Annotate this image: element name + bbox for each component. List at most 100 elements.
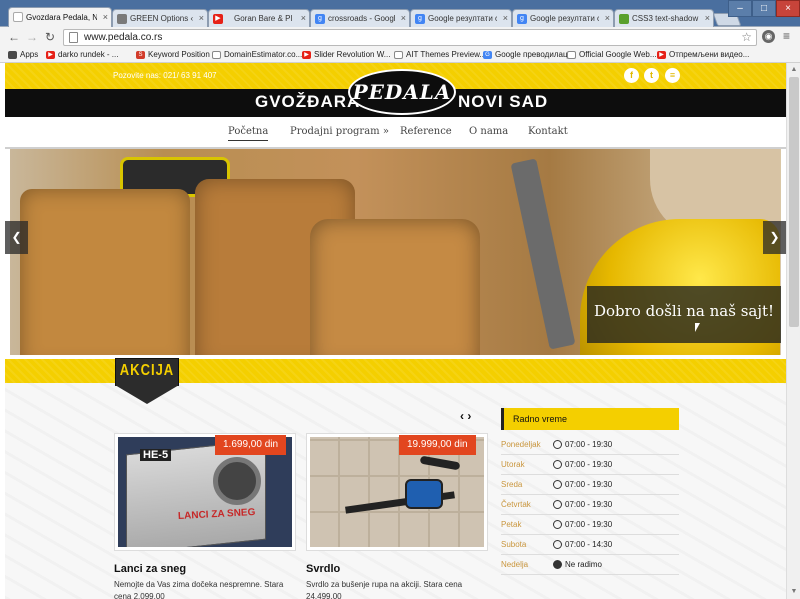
slider-next-button[interactable]: ❯ — [763, 221, 786, 254]
tab-label: Google резултати ст — [530, 14, 599, 23]
nav-products[interactable]: Prodajni program » — [290, 126, 389, 137]
page-icon — [13, 12, 23, 22]
hours-row: Subota 07:00 - 14:30 — [501, 535, 679, 555]
page-scrollbar[interactable]: ▲ ▼ — [786, 63, 800, 599]
s-icon: S — [136, 51, 145, 59]
url-input[interactable] — [84, 30, 724, 45]
bookmark-darko-rundek[interactable]: ▶ darko rundek - ... — [46, 49, 118, 61]
menu-icon[interactable]: ≡ — [780, 30, 793, 43]
tab-label: Goran Bare & Pl — [234, 14, 293, 23]
product-description: Nemojte da Vas zima dočeka nespremne. St… — [114, 580, 284, 599]
close-icon[interactable]: × — [605, 10, 610, 27]
bookmark-label: Official Google Web... — [579, 50, 657, 59]
main-nav: Početna Prodajni program » Reference O n… — [5, 117, 786, 147]
bookmark-label: Slider Revolution W... — [314, 50, 391, 59]
close-icon[interactable]: × — [301, 10, 306, 27]
tab-green-options[interactable]: GREEN Options ‹ Gri × — [112, 9, 208, 28]
hours-row: Sreda 07:00 - 19:30 — [501, 475, 679, 495]
bookmark-google-translate[interactable]: G Google преводилац — [483, 49, 568, 61]
scroll-up-icon[interactable]: ▲ — [789, 65, 799, 75]
clock-icon — [553, 540, 562, 549]
tab-label: CSS3 text-shadow pr — [632, 14, 699, 23]
google-icon: g — [315, 14, 325, 24]
rss-icon[interactable]: ≡ — [665, 68, 680, 83]
extension-icon[interactable]: ◉ — [762, 30, 775, 43]
bookmark-official-google[interactable]: Official Google Web... — [567, 49, 657, 61]
maximize-icon[interactable]: □ — [752, 0, 776, 17]
tab-google-results-1[interactable]: g Google резултати ст × — [410, 9, 512, 28]
bookmark-uploaded-videos[interactable]: ▶ Отпремљени видео... — [657, 49, 749, 61]
back-icon[interactable]: ← — [6, 29, 22, 45]
bookmark-label: Keyword Position — [148, 50, 210, 59]
hours-row: Nedelja Ne radimo — [501, 555, 679, 575]
product-title[interactable]: Svrdlo — [306, 563, 340, 575]
tab-crossroads[interactable]: g crossroads - Google × — [310, 9, 410, 28]
carousel-arrows[interactable]: ‹ › — [460, 409, 471, 423]
tab-css3-text-shadow[interactable]: CSS3 text-shadow pr × — [614, 9, 714, 28]
page-icon — [69, 32, 78, 43]
bookmark-domain-estimator[interactable]: DomainEstimator.co... — [212, 49, 302, 61]
brand-right-text: NOVI SAD — [458, 92, 549, 111]
page-icon — [117, 14, 127, 24]
auger-motor — [405, 479, 443, 509]
scroll-thumb[interactable] — [789, 77, 799, 327]
facebook-icon[interactable]: f — [624, 68, 639, 83]
bookmark-label: DomainEstimator.co... — [224, 50, 303, 59]
bookmark-label: darko rundek - ... — [58, 50, 119, 59]
tab-goran-bare[interactable]: ▶ Goran Bare & Pl × — [208, 9, 310, 28]
brand-left-text: GVOŽĐARA — [255, 92, 361, 111]
page-icon — [212, 51, 221, 59]
price-badge: 1.699,00 din — [215, 435, 287, 455]
hours-row: Četvrtak 07:00 - 19:30 — [501, 495, 679, 515]
reload-icon[interactable]: ↻ — [42, 29, 58, 45]
clock-icon — [553, 520, 562, 529]
apps-icon — [8, 51, 17, 59]
bookmark-ait-themes[interactable]: AIT Themes Preview... — [394, 49, 486, 61]
tool-pouch — [310, 219, 480, 355]
akcija-label: AKCIJA — [119, 360, 175, 379]
close-icon[interactable]: × — [401, 10, 406, 27]
tab-google-results-2[interactable]: g Google резултати ст × — [512, 9, 614, 28]
close-window-icon[interactable]: × — [776, 0, 800, 17]
closed-icon — [553, 560, 562, 569]
tool-pouch — [20, 189, 190, 355]
mouse-cursor — [695, 323, 700, 332]
tire-image — [213, 457, 261, 505]
css-icon — [619, 14, 629, 24]
bookmark-apps[interactable]: Apps — [8, 49, 38, 61]
close-icon[interactable]: × — [199, 10, 204, 27]
product-brand: HE-5 — [140, 449, 172, 461]
bookmark-star-icon[interactable]: ☆ — [741, 30, 752, 45]
page-viewport: Pozovite nas: 021/ 63 91 407 f t ≡ GVOŽĐ… — [5, 63, 786, 599]
page-icon — [567, 51, 576, 59]
nav-contact[interactable]: Kontakt — [528, 126, 568, 137]
scroll-down-icon[interactable]: ▼ — [789, 587, 799, 597]
minimize-icon[interactable]: – — [728, 0, 752, 17]
twitter-icon[interactable]: t — [644, 68, 659, 83]
address-bar[interactable]: ☆ — [63, 29, 757, 46]
youtube-icon: ▶ — [657, 51, 666, 59]
bookmark-slider-revolution[interactable]: ▶ Slider Revolution W... — [302, 49, 390, 61]
hours-row: Utorak 07:00 - 19:30 — [501, 455, 679, 475]
site-logo[interactable]: PEDALA — [348, 69, 456, 115]
clock-icon — [553, 440, 562, 449]
close-icon[interactable]: × — [705, 10, 710, 27]
nav-references[interactable]: Reference — [400, 126, 452, 137]
forward-icon[interactable]: → — [24, 29, 40, 45]
close-icon[interactable]: × — [103, 8, 108, 27]
hours-row: Petak 07:00 - 19:30 — [501, 515, 679, 535]
product-title[interactable]: Lanci za sneg — [114, 563, 186, 575]
phone-number: Pozovite nas: 021/ 63 91 407 — [113, 71, 217, 80]
bookmark-keyword-position[interactable]: S Keyword Position — [136, 49, 210, 61]
akcija-badge: AKCIJA — [115, 358, 179, 404]
bookmark-label: Apps — [20, 50, 39, 59]
nav-about[interactable]: O nama — [469, 126, 508, 137]
price-badge: 19.999,00 din — [399, 435, 476, 455]
tab-label: Google резултати ст — [428, 14, 497, 23]
slider-prev-button[interactable]: ❮ — [5, 221, 28, 254]
tab-label: Gvozdara Pedala, No — [26, 13, 97, 22]
nav-home[interactable]: Početna — [228, 126, 269, 141]
tab-pedala[interactable]: Gvozdara Pedala, No × — [8, 7, 112, 28]
close-icon[interactable]: × — [503, 10, 508, 27]
youtube-icon: ▶ — [302, 51, 311, 59]
